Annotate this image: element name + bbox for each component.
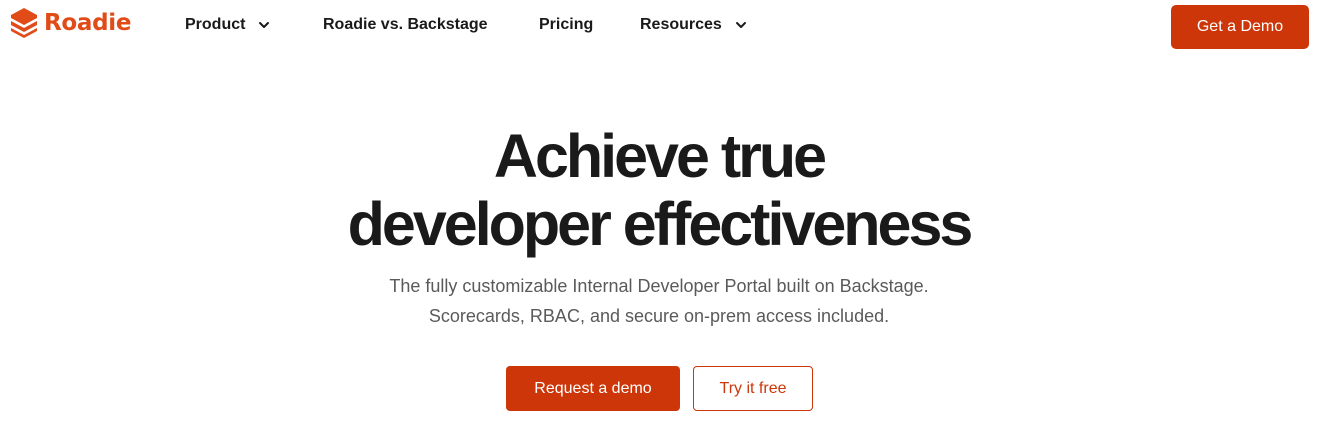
nav-item-label: Product — [185, 16, 246, 33]
get-a-demo-button[interactable]: Get a Demo — [1171, 5, 1309, 49]
nav-item-roadie-vs-backstage[interactable]: Roadie vs. Backstage — [323, 14, 488, 36]
try-it-free-button[interactable]: Try it free — [693, 366, 813, 411]
nav-item-label: Resources — [640, 16, 722, 33]
hero-title-line: developer effectiveness — [347, 190, 974, 258]
site-header: Roadie Product Roadie vs. Backstage Pric… — [0, 0, 1318, 52]
nav-item-pricing[interactable]: Pricing — [539, 14, 593, 36]
request-a-demo-button[interactable]: Request a demo — [506, 366, 680, 411]
hero-title-line: Achieve true — [493, 122, 827, 190]
chevron-down-icon — [259, 22, 270, 28]
nav-item-label: Roadie vs. Backstage — [323, 16, 488, 33]
chevron-down-icon — [735, 22, 746, 28]
logo-wordmark: Roadie — [44, 10, 132, 36]
hero-subtitle: The fully customizable Internal Develope… — [0, 271, 1318, 331]
nav-item-product[interactable]: Product — [185, 14, 271, 36]
logo-link[interactable]: Roadie — [10, 6, 131, 40]
nav-item-label: Pricing — [539, 16, 594, 33]
page: Roadie Product Roadie vs. Backstage Pric… — [0, 0, 1318, 430]
nav-item-resources[interactable]: Resources — [640, 14, 748, 36]
roadie-stacked-layers-icon — [11, 8, 37, 38]
hero-subtitle-line: The fully customizable Internal Develope… — [389, 276, 929, 296]
hero-subtitle-line: Scorecards, RBAC, and secure on-prem acc… — [428, 306, 890, 326]
hero-title: Achieve true developer effectiveness — [0, 122, 1318, 258]
